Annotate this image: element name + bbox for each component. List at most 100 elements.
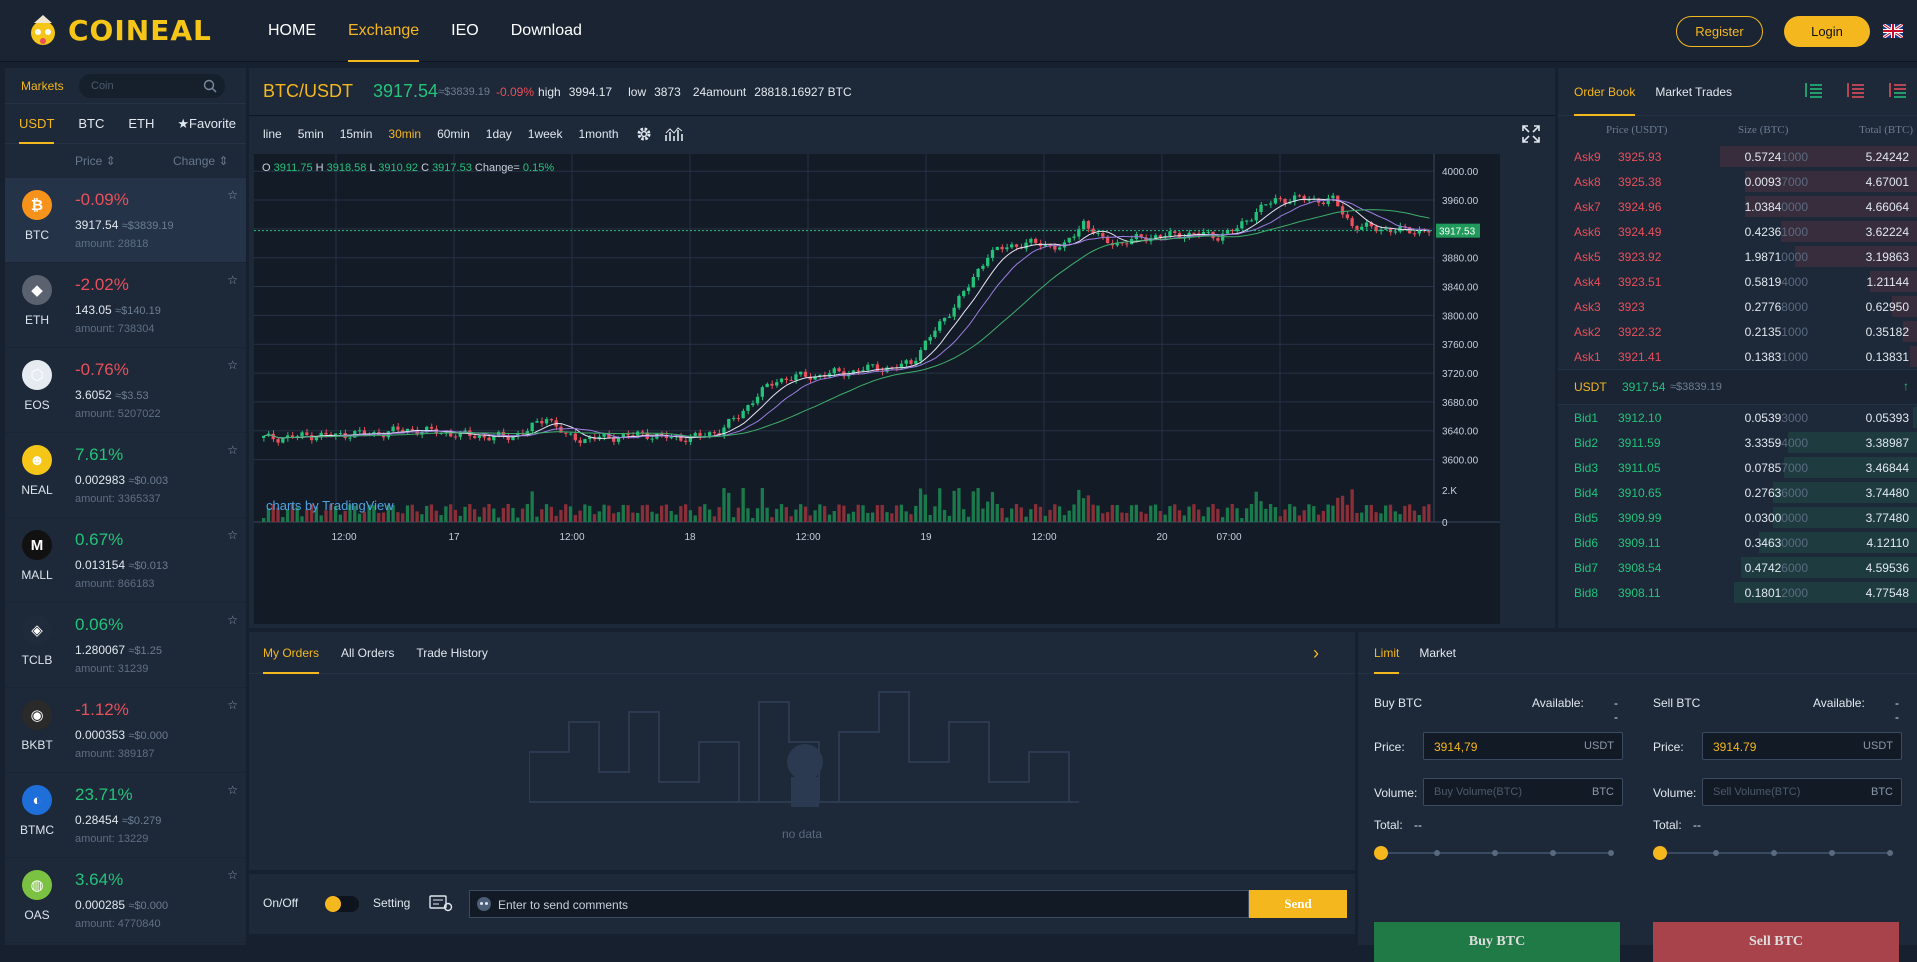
nav-download[interactable]: Download <box>511 0 582 62</box>
candle-body[interactable] <box>544 419 549 424</box>
coin-row-btmc[interactable]: ◐ BTMC 23.71% 0.28454 ≈$0.279 amount: 13… <box>5 773 246 858</box>
candle-body[interactable] <box>1331 195 1335 199</box>
uk-flag-icon[interactable] <box>1883 24 1903 38</box>
candle-body[interactable] <box>300 432 304 437</box>
coineal-logo[interactable]: COINEAL <box>26 12 212 48</box>
login-button[interactable]: Login <box>1784 16 1870 47</box>
candle-body[interactable] <box>1244 220 1249 222</box>
sell-slider-knob[interactable] <box>1653 846 1667 860</box>
tab-usdt[interactable]: USDT <box>19 104 55 144</box>
candle-body[interactable] <box>947 316 951 318</box>
comment-toggle[interactable] <box>325 896 359 912</box>
coin-search-input[interactable]: Coin <box>79 73 225 98</box>
candle-body[interactable] <box>933 330 937 338</box>
star-icon[interactable]: ☆ <box>227 698 238 712</box>
candle-body[interactable] <box>1350 218 1354 227</box>
tab-limit[interactable]: Limit <box>1374 632 1400 674</box>
candle-body[interactable] <box>971 276 975 288</box>
candle-body[interactable] <box>1067 237 1071 243</box>
candle-body[interactable] <box>928 337 932 341</box>
candle-body[interactable] <box>770 383 774 386</box>
candle-body[interactable] <box>827 373 832 377</box>
tab-trade-history[interactable]: Trade History <box>416 632 488 674</box>
candle-body[interactable] <box>549 419 553 421</box>
candle-body[interactable] <box>794 374 798 381</box>
candle-body[interactable] <box>564 432 568 434</box>
coin-row-tclb[interactable]: ◈ TCLB 0.06% 1.280067 ≈$1.25 amount: 312… <box>5 603 246 688</box>
candle-body[interactable] <box>1029 238 1033 243</box>
buy-btc-button[interactable]: Buy BTC <box>1374 922 1620 962</box>
candle-body[interactable] <box>942 317 947 322</box>
star-icon[interactable]: ☆ <box>227 528 238 542</box>
bid-row[interactable]: Bid7 3908.54 0.47426000 4.59536 <box>1558 555 1917 580</box>
candle-body[interactable] <box>923 340 928 350</box>
book-bids-icon[interactable] <box>1889 82 1907 98</box>
candle-body[interactable] <box>1158 235 1162 238</box>
candle-body[interactable] <box>640 431 645 433</box>
comment-input[interactable]: Enter to send comments <box>469 890 1249 918</box>
buy-slider-knob[interactable] <box>1374 846 1388 860</box>
star-icon[interactable]: ☆ <box>227 443 238 457</box>
sell-btc-button[interactable]: Sell BTC <box>1653 922 1899 962</box>
candle-body[interactable] <box>535 421 539 423</box>
candle-body[interactable] <box>1081 220 1086 230</box>
candle-body[interactable] <box>832 368 836 374</box>
ask-row[interactable]: Ask7 3924.96 1.03840000 4.66064 <box>1558 194 1917 219</box>
candle-body[interactable] <box>1273 198 1278 204</box>
candle-body[interactable] <box>779 378 784 383</box>
buy-volume-input[interactable]: Buy Volume(BTC) BTC <box>1423 778 1623 806</box>
candle-body[interactable] <box>463 430 467 432</box>
candlestick-chart[interactable]: 4000.003960.003920.003880.003840.003800.… <box>254 154 1500 624</box>
candle-body[interactable] <box>401 429 405 432</box>
tf-1month[interactable]: 1month <box>578 127 618 141</box>
candle-body[interactable] <box>305 432 309 436</box>
candle-body[interactable] <box>669 436 673 439</box>
book-asks-icon[interactable] <box>1847 82 1865 98</box>
tf-line[interactable]: line <box>263 127 282 141</box>
candle-body[interactable] <box>487 437 491 441</box>
candle-body[interactable] <box>1014 244 1019 247</box>
candle-body[interactable] <box>276 439 280 443</box>
candle-body[interactable] <box>683 440 688 442</box>
ask-row[interactable]: Ask1 3921.41 0.13831000 0.13831 <box>1558 344 1917 369</box>
buy-percent-slider[interactable] <box>1374 846 1616 860</box>
ask-row[interactable]: Ask2 3922.32 0.21351000 0.35182 <box>1558 319 1917 344</box>
coin-row-bkbt[interactable]: ◉ BKBT -1.12% 0.000353 ≈$0.000 amount: 3… <box>5 688 246 773</box>
coin-row-eos[interactable]: ⬡ EOS -0.76% 3.6052 ≈$3.53 amount: 52070… <box>5 348 246 433</box>
candle-body[interactable] <box>775 382 779 386</box>
candle-body[interactable] <box>986 257 990 266</box>
sell-volume-input[interactable]: Sell Volume(BTC) BTC <box>1702 778 1902 806</box>
candle-body[interactable] <box>803 371 808 377</box>
candle-body[interactable] <box>540 421 544 424</box>
candle-body[interactable] <box>281 438 285 443</box>
candle-body[interactable] <box>1297 195 1302 197</box>
candle-body[interactable] <box>530 422 534 432</box>
candle-body[interactable] <box>698 432 702 437</box>
candle-body[interactable] <box>357 430 362 432</box>
tab-btc[interactable]: BTC <box>78 104 104 144</box>
candle-body[interactable] <box>477 435 482 438</box>
candle-body[interactable] <box>741 410 745 419</box>
setting-label[interactable]: Setting <box>373 896 410 910</box>
candle-body[interactable] <box>1264 204 1268 206</box>
candle-body[interactable] <box>1072 236 1076 238</box>
candle-body[interactable] <box>1278 198 1282 200</box>
candle-body[interactable] <box>784 378 788 380</box>
candle-body[interactable] <box>981 265 985 269</box>
tf-60min[interactable]: 60min <box>437 127 470 141</box>
candle-body[interactable] <box>1168 231 1172 236</box>
chevron-right-icon[interactable]: › <box>1313 632 1319 674</box>
candle-body[interactable] <box>396 426 400 430</box>
nav-exchange[interactable]: Exchange <box>348 0 420 62</box>
candle-body[interactable] <box>760 387 764 397</box>
tab-eth[interactable]: ETH <box>128 104 154 144</box>
candle-body[interactable] <box>650 438 654 440</box>
sort-price[interactable]: Price ⇕ <box>75 154 116 168</box>
star-icon[interactable]: ☆ <box>227 783 238 797</box>
candle-body[interactable] <box>1005 247 1009 250</box>
candle-body[interactable] <box>573 433 577 441</box>
candle-body[interactable] <box>1216 238 1220 241</box>
candle-body[interactable] <box>453 436 458 438</box>
candle-body[interactable] <box>1153 235 1158 239</box>
candle-body[interactable] <box>731 418 736 420</box>
